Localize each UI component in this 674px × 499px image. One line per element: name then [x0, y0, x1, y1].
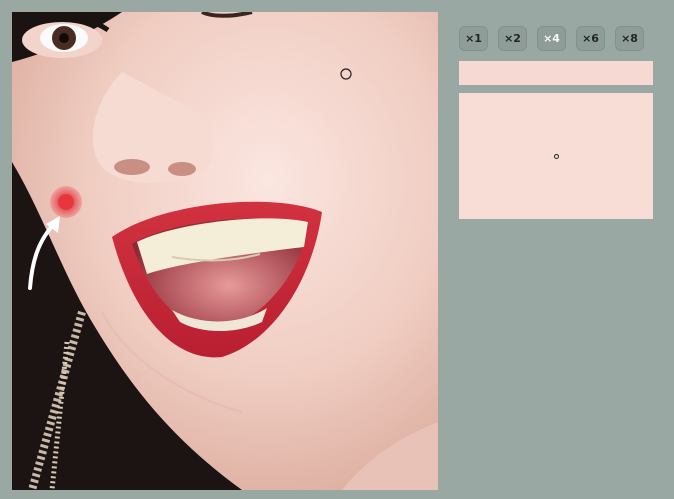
zoom-1x-button[interactable]: ×1	[459, 26, 488, 51]
zoom-level-selector: ×1 ×2 ×4 ×6 ×8	[459, 26, 644, 51]
zoom-2x-button[interactable]: ×2	[498, 26, 527, 51]
smiling-face-image	[12, 12, 438, 490]
crosshair-icon	[553, 153, 559, 159]
magnifier-preview	[459, 93, 653, 219]
picked-color-swatch	[459, 61, 653, 85]
photo-canvas[interactable]	[12, 12, 438, 490]
zoom-6x-button[interactable]: ×6	[576, 26, 605, 51]
zoom-8x-button[interactable]: ×8	[615, 26, 644, 51]
zoom-4x-button[interactable]: ×4	[537, 26, 566, 51]
